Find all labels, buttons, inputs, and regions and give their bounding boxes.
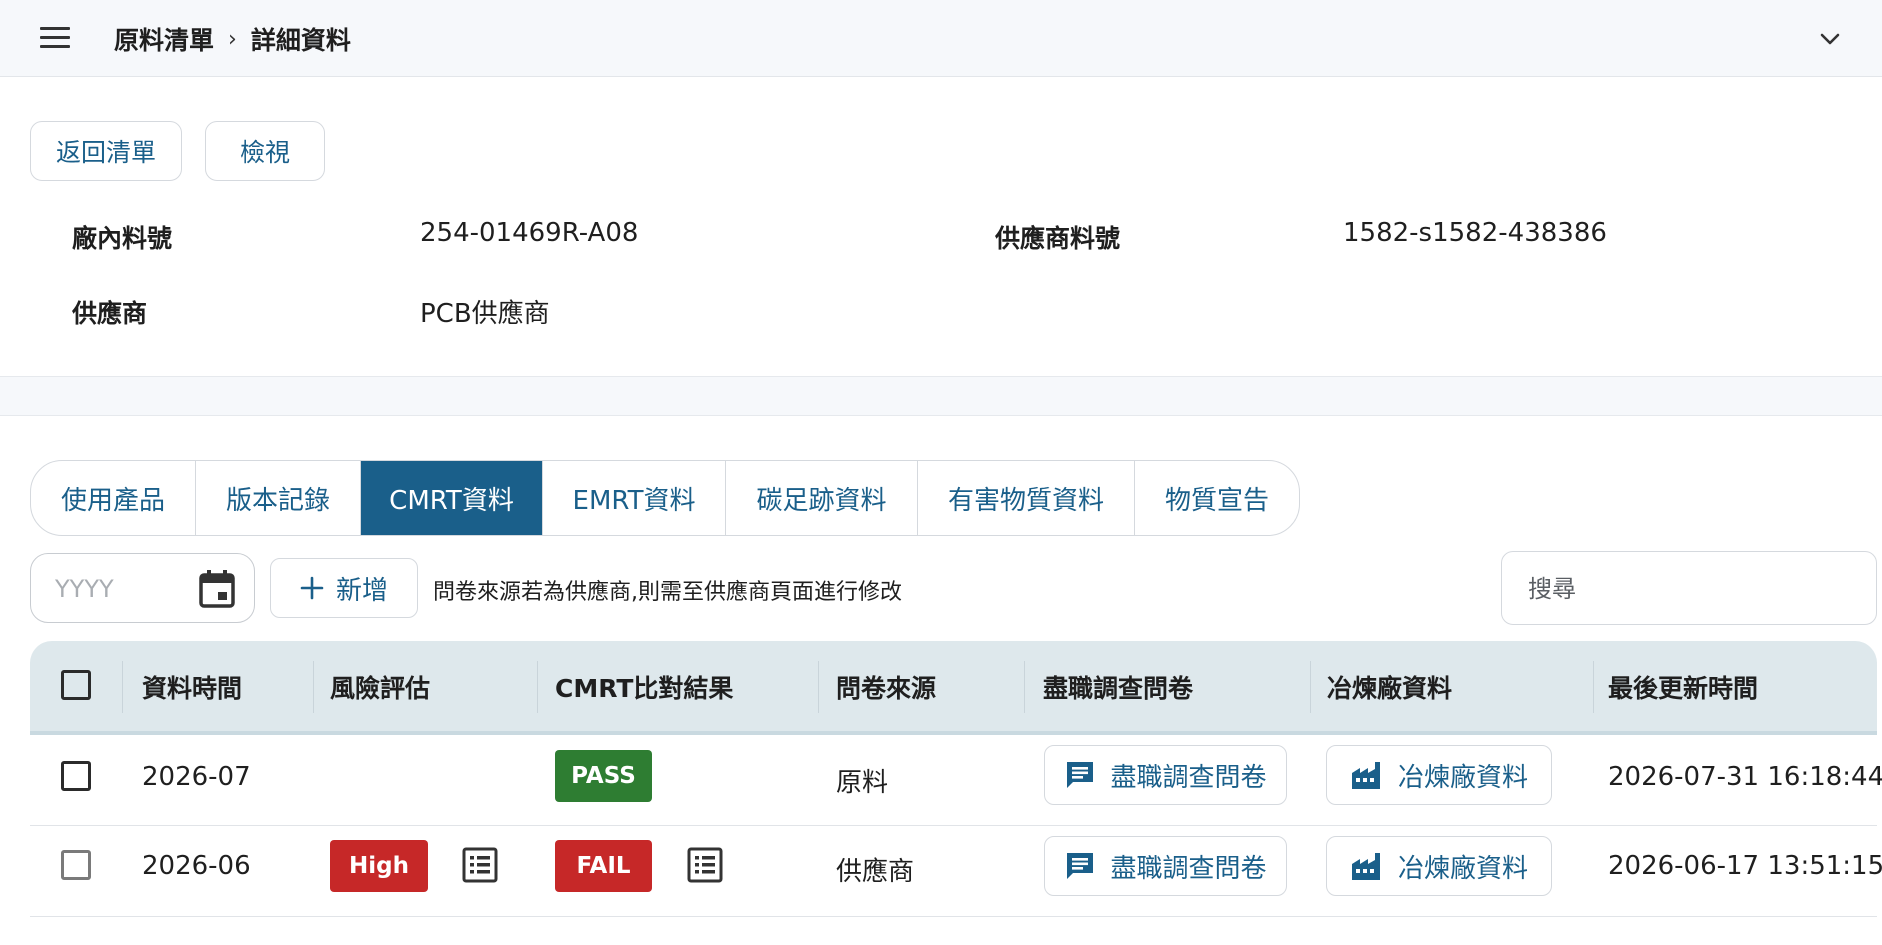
row-last-updated: 2026-07-31 16:18:44 (1608, 762, 1882, 792)
column-divider (818, 661, 819, 713)
internal-part-no-label: 廠內料號 (72, 224, 173, 253)
supplier-part-no-label: 供應商料號 (995, 224, 1121, 253)
section-divider (0, 376, 1882, 416)
column-divider (537, 661, 538, 713)
column-divider (122, 661, 123, 713)
tab-hazardous-substances[interactable]: 有害物質資料 (918, 461, 1135, 535)
tab-cmrt[interactable]: CMRT資料 (361, 461, 543, 535)
chevron-down-icon[interactable] (1818, 28, 1842, 50)
column-header-source[interactable]: 問卷來源 (836, 669, 936, 705)
source-hint-text: 問卷來源若為供應商,則需至供應商頁面進行修改 (433, 580, 902, 605)
tab-used-products[interactable]: 使用產品 (31, 461, 196, 535)
column-divider (313, 661, 314, 713)
breadcrumb-parent[interactable]: 原料清單 (114, 21, 214, 57)
chat-bubble-icon (1067, 853, 1094, 879)
list-document-icon[interactable] (687, 847, 723, 883)
smelter-data-button[interactable]: 冶煉廠資料 (1326, 745, 1552, 805)
tab-carbon-footprint[interactable]: 碳足跡資料 (726, 461, 918, 535)
year-date-field (30, 553, 255, 623)
back-to-list-button[interactable]: 返回清單 (30, 121, 182, 181)
column-divider (1024, 661, 1025, 713)
column-header-risk[interactable]: 風險評估 (330, 669, 430, 705)
chat-bubble-icon (1067, 762, 1094, 788)
row-source: 供應商 (836, 857, 915, 887)
breadcrumb: 原料清單 › 詳細資料 (114, 20, 351, 58)
hamburger-menu-icon[interactable] (40, 27, 70, 49)
factory-icon (1351, 853, 1380, 880)
calendar-icon[interactable] (197, 568, 237, 610)
risk-badge: High (330, 840, 428, 892)
factory-icon (1351, 762, 1380, 789)
column-header-last-updated[interactable]: 最後更新時間 (1608, 669, 1758, 705)
column-divider (1593, 661, 1594, 713)
smelter-data-button-label: 冶煉廠資料 (1397, 853, 1528, 884)
search-box (1501, 551, 1877, 625)
row-source: 原料 (836, 768, 889, 798)
table-header: 資料時間 風險評估 CMRT比對結果 問卷來源 盡職調查問卷 冶煉廠資料 最後更… (30, 641, 1877, 735)
row-data-time: 2026-07 (142, 762, 251, 792)
cmrt-result-badge: FAIL (555, 840, 652, 892)
row-checkbox[interactable] (61, 761, 91, 791)
table-row: 2026-07 PASS 原料 盡職調查問卷 冶煉廠資料 2026-07-31 … (30, 735, 1882, 826)
smelter-data-button-label: 冶煉廠資料 (1397, 762, 1528, 793)
add-button[interactable]: 新增 (270, 558, 418, 618)
column-header-due-diligence[interactable]: 盡職調查問卷 (1043, 669, 1193, 705)
year-input[interactable] (55, 570, 195, 608)
view-button[interactable]: 檢視 (205, 121, 325, 181)
due-diligence-button-label: 盡職調查問卷 (1110, 853, 1267, 884)
supplier-part-no-value: 1582-s1582-438386 (1343, 218, 1607, 248)
due-diligence-button-label: 盡職調查問卷 (1110, 762, 1267, 793)
add-button-label: 新增 (335, 575, 388, 606)
tab-emrt[interactable]: EMRT資料 (543, 461, 726, 535)
select-all-checkbox[interactable] (61, 670, 91, 700)
due-diligence-button[interactable]: 盡職調查問卷 (1044, 836, 1287, 896)
row-checkbox[interactable] (61, 850, 91, 880)
plus-icon (300, 576, 324, 600)
smelter-data-button[interactable]: 冶煉廠資料 (1326, 836, 1552, 896)
column-header-smelter[interactable]: 冶煉廠資料 (1327, 669, 1452, 705)
column-header-data-time[interactable]: 資料時間 (142, 669, 242, 705)
top-bar: 原料清單 › 詳細資料 (0, 0, 1882, 77)
breadcrumb-current: 詳細資料 (250, 26, 351, 55)
tab-bar: 使用產品 版本記錄 CMRT資料 EMRT資料 碳足跡資料 有害物質資料 物質宣… (30, 460, 1300, 536)
row-data-time: 2026-06 (142, 851, 251, 881)
internal-part-no-value: 254-01469R-A08 (420, 218, 639, 248)
table-row: 2026-06 High FAIL 供應商 盡職調查問卷 冶煉廠資料 2026-… (30, 826, 1882, 917)
cmrt-result-badge: PASS (555, 750, 652, 802)
tab-version-history[interactable]: 版本記錄 (196, 461, 361, 535)
column-divider (1310, 661, 1311, 713)
breadcrumb-separator: › (228, 26, 237, 52)
search-input[interactable] (1528, 570, 1848, 608)
row-last-updated: 2026-06-17 13:51:15 (1608, 851, 1882, 881)
supplier-value: PCB供應商 (420, 299, 550, 329)
supplier-label: 供應商 (72, 299, 148, 328)
due-diligence-button[interactable]: 盡職調查問卷 (1044, 745, 1287, 805)
list-document-icon[interactable] (462, 847, 498, 883)
column-header-cmrt-result[interactable]: CMRT比對結果 (555, 669, 733, 705)
tab-material-declaration[interactable]: 物質宣告 (1135, 461, 1299, 535)
